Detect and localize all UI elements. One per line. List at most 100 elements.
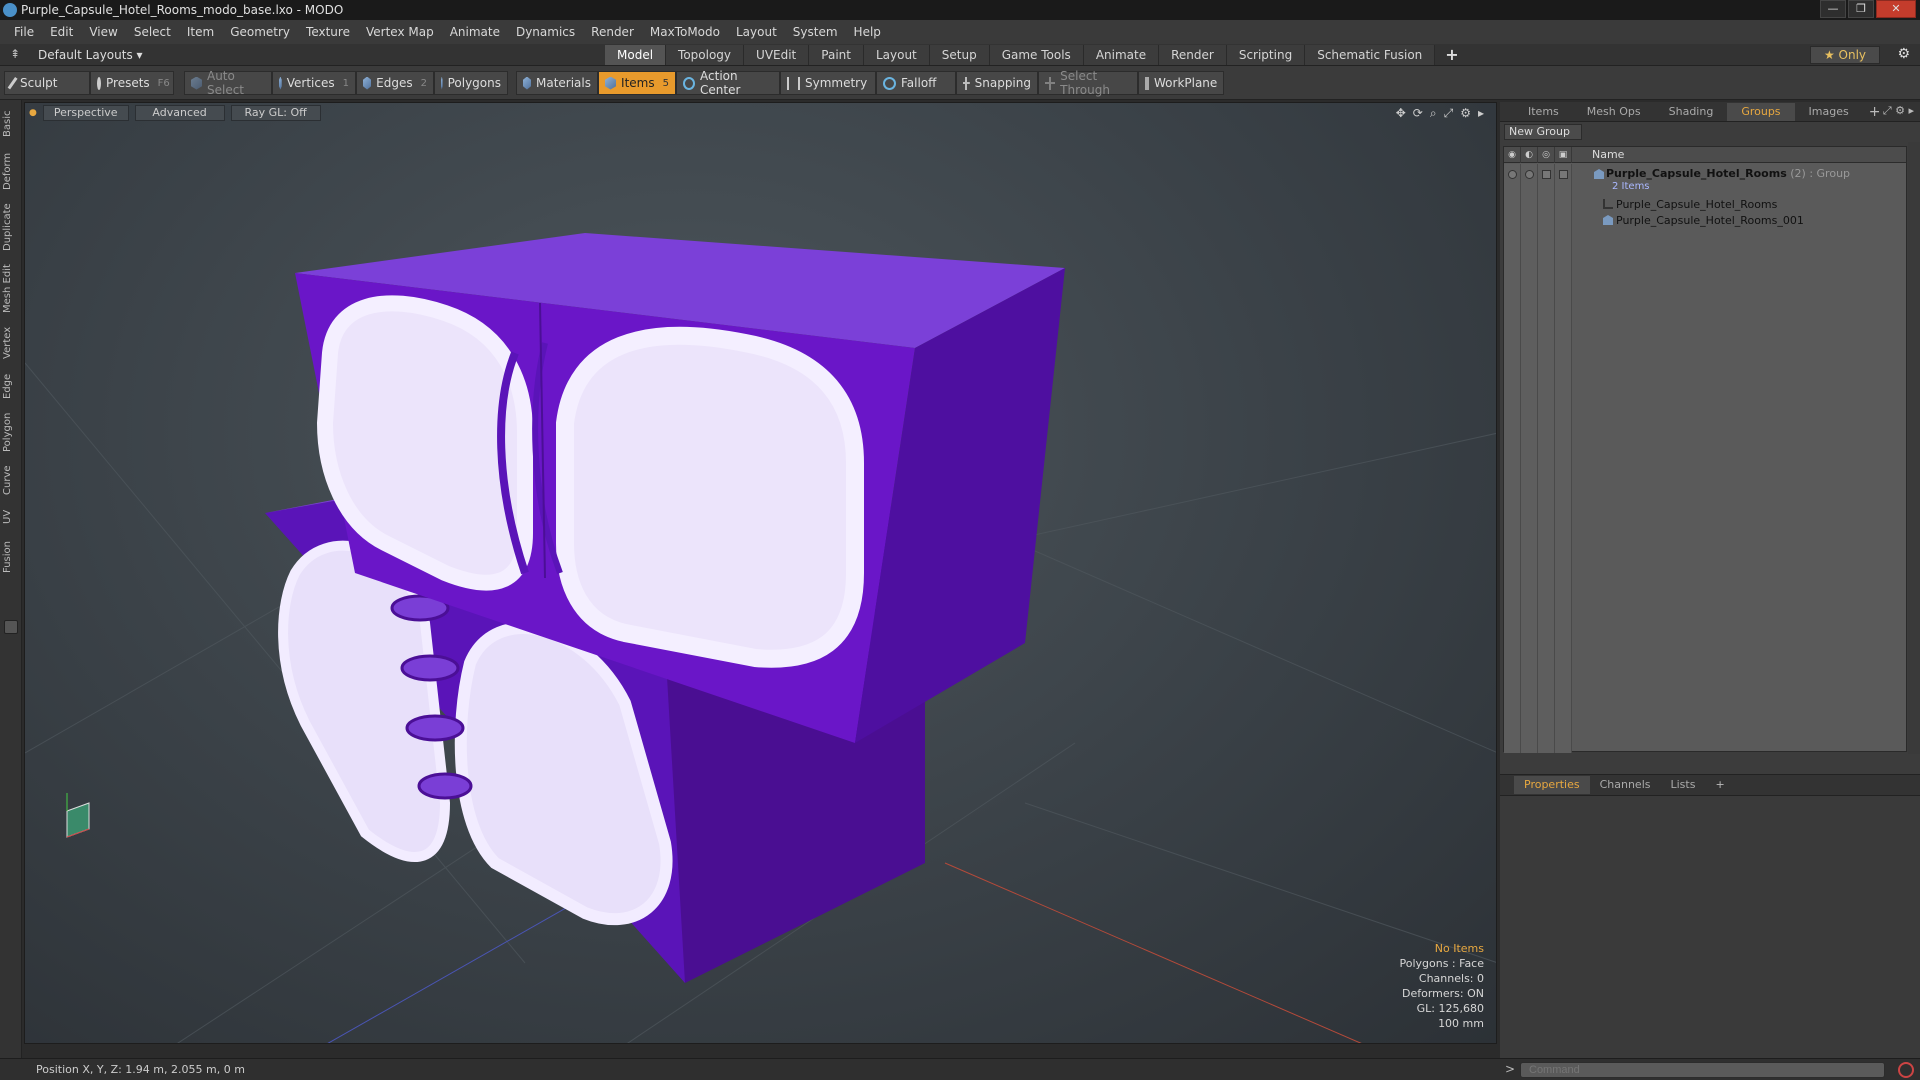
new-group-button[interactable]: New Group [1504,124,1582,140]
tab-images[interactable]: Images [1795,103,1863,121]
symmetry-label: Symmetry [805,76,868,90]
minimize-button[interactable]: — [1820,0,1846,18]
visibility-column-icon[interactable]: ◉ [1504,146,1521,163]
menu-render[interactable]: Render [583,25,642,39]
tab-setup[interactable]: Setup [929,45,990,65]
tab-properties[interactable]: Properties [1514,776,1590,794]
command-input[interactable] [1520,1062,1885,1078]
menu-dynamics[interactable]: Dynamics [508,25,583,39]
select-column-icon[interactable]: ▣ [1555,146,1572,163]
menu-system[interactable]: System [785,25,846,39]
edges-button[interactable]: Edges 2 [356,71,434,95]
sculpt-button[interactable]: Sculpt [4,71,90,95]
select-through-button[interactable]: Select Through [1038,69,1138,97]
child-row-2[interactable]: Purple_Capsule_Hotel_Rooms_001 [1504,211,1906,229]
menu-texture[interactable]: Texture [298,25,358,39]
tab-mesh-ops[interactable]: Mesh Ops [1573,103,1655,121]
group-row[interactable]: Purple_Capsule_Hotel_Rooms (2) : Group [1504,167,1906,181]
perspective-dropdown[interactable]: Perspective [42,105,129,121]
tab-curve[interactable]: Curve [2,460,20,500]
advanced-dropdown[interactable]: Advanced [134,105,225,121]
gear-icon[interactable]: ⚙ [1897,46,1910,62]
presets-button[interactable]: Presets F6 [90,71,174,95]
properties-panel-tabs: Properties Channels Lists + [1500,774,1920,796]
layout-arrow-icon[interactable]: ⇞ [10,47,20,61]
close-button[interactable]: ✕ [1876,0,1916,18]
add-props-tab-button[interactable]: + [1705,776,1734,794]
menu-select[interactable]: Select [126,25,179,39]
panel-controls-icon[interactable]: ⤢ ⚙ ▸ [1883,104,1914,118]
record-icon[interactable] [1898,1062,1914,1078]
snapping-button[interactable]: Snapping [956,71,1038,95]
menu-maxtomodo[interactable]: MaxToModo [642,25,728,39]
tab-fusion[interactable]: Fusion [2,534,20,580]
groups-scrollbar[interactable] [1908,142,1920,754]
3d-viewport[interactable]: ● Perspective Advanced Ray GL: Off ✥ ⟳ ⌕… [24,102,1497,1044]
expand-arrow-icon[interactable]: ▸ [1478,106,1484,121]
add-tab-button[interactable]: + [1435,45,1468,65]
menu-item[interactable]: Item [179,25,222,39]
auto-select-button[interactable]: Auto Select [184,69,272,97]
menu-animate[interactable]: Animate [442,25,508,39]
menu-geometry[interactable]: Geometry [222,25,298,39]
pan-icon[interactable]: ✥ [1396,106,1406,121]
rotate-icon[interactable]: ⟳ [1413,106,1423,121]
viewport-settings-icon[interactable]: ⚙ [1460,106,1471,121]
tab-uv[interactable]: UV [2,504,20,530]
tab-render[interactable]: Render [1159,45,1227,65]
menu-file[interactable]: File [6,25,42,39]
vertices-button[interactable]: Vertices 1 [272,71,356,95]
fit-icon[interactable]: ⤢ [1444,106,1454,121]
materials-button[interactable]: Materials [516,71,598,95]
tab-basic[interactable]: Basic [2,104,20,144]
viewport-nav-icons: ✥ ⟳ ⌕ ⤢ ⚙ ▸ [1396,106,1484,121]
viewport-menu-icon[interactable]: ● [29,108,37,118]
tab-vertex[interactable]: Vertex [2,322,20,364]
viewport-header: ● Perspective Advanced Ray GL: Off ✥ ⟳ ⌕… [25,103,1496,123]
items-button[interactable]: Items 5 [598,71,676,95]
tab-uvedit[interactable]: UVEdit [744,45,810,65]
tab-duplicate[interactable]: Duplicate [2,198,20,256]
menu-help[interactable]: Help [846,25,889,39]
lock-column-icon[interactable]: ◎ [1538,146,1555,163]
tab-paint[interactable]: Paint [809,45,864,65]
tab-animate[interactable]: Animate [1083,45,1160,65]
tab-schematic-fusion[interactable]: Schematic Fusion [1305,45,1436,65]
render-column-icon[interactable]: ◐ [1521,146,1538,163]
maximize-button[interactable]: ❐ [1848,0,1874,18]
lock-toggle-icon[interactable] [1542,170,1551,179]
tab-topology[interactable]: Topology [666,45,745,65]
tab-model[interactable]: Model [605,45,667,65]
action-center-button[interactable]: Action Center [676,69,780,97]
workplane-button[interactable]: WorkPlane [1138,71,1224,95]
menu-vertex-map[interactable]: Vertex Map [358,25,442,39]
raygl-dropdown[interactable]: Ray GL: Off [230,105,321,121]
tab-scripting[interactable]: Scripting [1226,45,1306,65]
tab-mesh-edit[interactable]: Mesh Edit [2,260,20,318]
select-toggle-icon[interactable] [1559,170,1568,179]
name-column-header[interactable]: Name [1580,148,1624,161]
panel-toggle-button[interactable] [4,620,18,634]
tab-layout[interactable]: Layout [863,45,930,65]
tab-lists[interactable]: Lists [1661,776,1706,794]
eye-icon[interactable] [1508,170,1517,179]
materials-label: Materials [535,76,591,90]
menu-edit[interactable]: Edit [42,25,81,39]
tab-edge[interactable]: Edge [2,368,20,404]
menu-view[interactable]: View [81,25,125,39]
tab-polygon[interactable]: Polygon [2,408,20,456]
render-toggle-icon[interactable] [1525,170,1534,179]
tab-deform[interactable]: Deform [2,148,20,194]
tab-shading[interactable]: Shading [1655,103,1728,121]
symmetry-button[interactable]: Symmetry [780,71,876,95]
tab-items[interactable]: Items [1514,103,1573,121]
zoom-icon[interactable]: ⌕ [1430,106,1437,121]
menu-layout[interactable]: Layout [728,25,785,39]
tab-channels[interactable]: Channels [1590,776,1661,794]
only-button[interactable]: ★ Only [1810,46,1880,64]
falloff-button[interactable]: Falloff [876,71,956,95]
polygons-button[interactable]: Polygons [434,71,508,95]
tab-groups[interactable]: Groups [1727,102,1795,121]
default-layouts-dropdown[interactable]: Default Layouts ▾ [38,48,143,62]
tab-game-tools[interactable]: Game Tools [989,45,1084,65]
